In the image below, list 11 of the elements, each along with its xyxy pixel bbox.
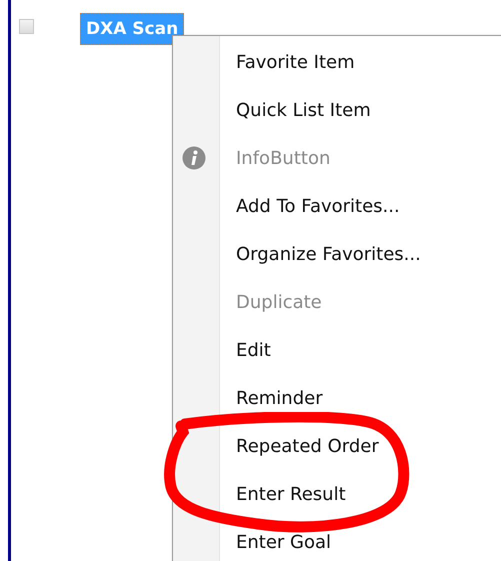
menu-item[interactable]: Enter Goal xyxy=(236,532,332,552)
menu-item[interactable]: Quick List Item xyxy=(236,100,371,120)
menu-item[interactable]: Organize Favorites... xyxy=(236,244,421,264)
menu-item[interactable]: Enter Result xyxy=(236,484,346,504)
menu-item[interactable]: Favorite Item xyxy=(236,52,355,72)
info-icon xyxy=(182,146,206,170)
menu-item[interactable]: Repeated Order xyxy=(236,436,379,456)
menu-item[interactable]: Edit xyxy=(236,340,271,360)
menu-item[interactable]: Add To Favorites... xyxy=(236,196,400,216)
checkbox[interactable] xyxy=(19,19,34,34)
menu-item[interactable]: Reminder xyxy=(236,388,323,408)
